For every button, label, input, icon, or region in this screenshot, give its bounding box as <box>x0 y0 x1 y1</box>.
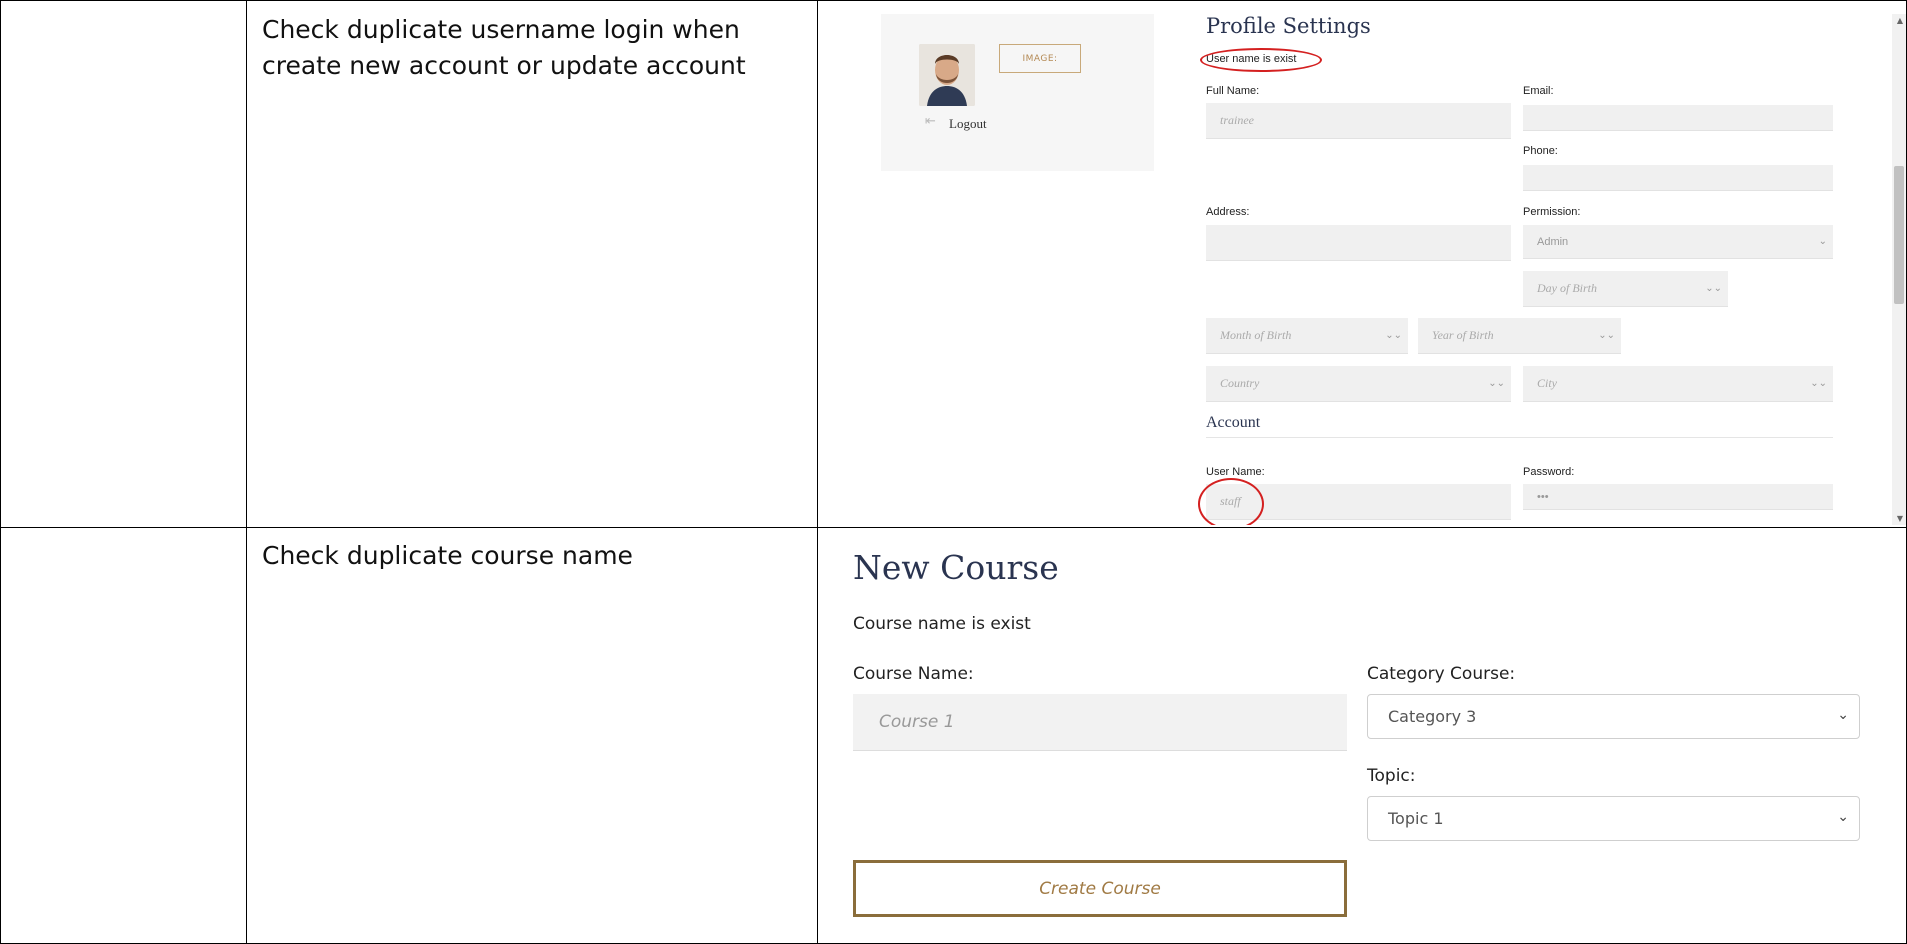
avatar-image <box>919 44 975 106</box>
permission-select[interactable]: Admin ⌄ <box>1523 225 1833 259</box>
create-course-button[interactable]: Create Course <box>853 860 1347 917</box>
chevron-down-icon: ⌄⌄ <box>1385 330 1402 341</box>
border-left <box>0 0 1 944</box>
city-placeholder: City <box>1537 376 1557 390</box>
chevron-down-icon: ⌄⌄ <box>1598 330 1615 341</box>
account-section-title: Account <box>1206 414 1261 431</box>
course-name-label: Course Name: <box>853 664 974 684</box>
day-of-birth-select[interactable]: Day of Birth ⌄⌄ <box>1523 271 1728 307</box>
new-course-screenshot: New Course Course name is exist Course N… <box>819 528 1906 941</box>
page-title: Profile Settings <box>1206 14 1371 38</box>
email-input[interactable] <box>1523 105 1833 131</box>
category-course-select[interactable]: Category 3 ⌄ <box>1367 694 1860 739</box>
border-top <box>0 0 1907 1</box>
password-label: Password: <box>1523 466 1575 478</box>
border-col1 <box>246 0 247 944</box>
day-of-birth-placeholder: Day of Birth <box>1537 281 1597 295</box>
address-label: Address: <box>1206 206 1250 218</box>
course-name-input[interactable]: Course 1 <box>853 694 1347 751</box>
scroll-up-icon[interactable]: ▲ <box>1897 16 1903 25</box>
full-name-input[interactable]: trainee <box>1206 103 1511 139</box>
chevron-down-icon: ⌄ <box>1818 236 1827 247</box>
address-input[interactable] <box>1206 225 1511 261</box>
month-of-birth-select[interactable]: Month of Birth ⌄⌄ <box>1206 318 1408 354</box>
border-col2 <box>817 0 818 944</box>
row2-description: Check duplicate course name <box>262 541 633 570</box>
scrollbar[interactable]: ▲ ▼ <box>1892 14 1906 525</box>
annotation-circle-username <box>1198 478 1264 525</box>
profile-settings-screenshot: IMAGE: ⇤ Logout Profile Settings User na… <box>819 14 1906 525</box>
chevron-down-icon: ⌄⌄ <box>1810 378 1827 389</box>
page-title: New Course <box>853 548 1059 587</box>
error-message: Course name is exist <box>853 614 1031 634</box>
permission-label: Permission: <box>1523 206 1581 218</box>
chevron-down-icon: ⌄⌄ <box>1705 283 1722 294</box>
category-course-value: Category 3 <box>1388 707 1477 726</box>
username-label: User Name: <box>1206 466 1265 478</box>
account-divider <box>1206 437 1833 438</box>
chevron-down-icon: ⌄⌄ <box>1488 378 1505 389</box>
phone-label: Phone: <box>1523 145 1558 157</box>
row1-description: Check duplicate username login when crea… <box>262 15 746 80</box>
month-of-birth-placeholder: Month of Birth <box>1220 328 1292 342</box>
scroll-down-icon[interactable]: ▼ <box>1897 514 1903 523</box>
year-of-birth-placeholder: Year of Birth <box>1432 328 1494 342</box>
scroll-thumb[interactable] <box>1894 166 1904 304</box>
chevron-down-icon: ⌄ <box>1837 707 1849 723</box>
image-upload-button[interactable]: IMAGE: <box>999 44 1081 73</box>
full-name-label: Full Name: <box>1206 85 1260 97</box>
country-placeholder: Country <box>1220 376 1260 390</box>
logout-icon[interactable]: ⇤ <box>925 114 936 129</box>
permission-value: Admin <box>1537 235 1569 248</box>
city-select[interactable]: City ⌄⌄ <box>1523 366 1833 402</box>
logout-link[interactable]: Logout <box>949 116 987 132</box>
email-label: Email: <box>1523 85 1554 97</box>
avatar <box>919 44 975 106</box>
chevron-down-icon: ⌄ <box>1837 809 1849 825</box>
topic-select[interactable]: Topic 1 ⌄ <box>1367 796 1860 841</box>
year-of-birth-select[interactable]: Year of Birth ⌄⌄ <box>1418 318 1621 354</box>
country-select[interactable]: Country ⌄⌄ <box>1206 366 1511 402</box>
phone-input[interactable] <box>1523 165 1833 191</box>
category-course-label: Category Course: <box>1367 664 1516 684</box>
topic-label: Topic: <box>1367 766 1416 786</box>
password-input[interactable]: ••• <box>1523 484 1833 510</box>
topic-value: Topic 1 <box>1388 809 1444 828</box>
annotation-circle-error <box>1200 48 1322 72</box>
